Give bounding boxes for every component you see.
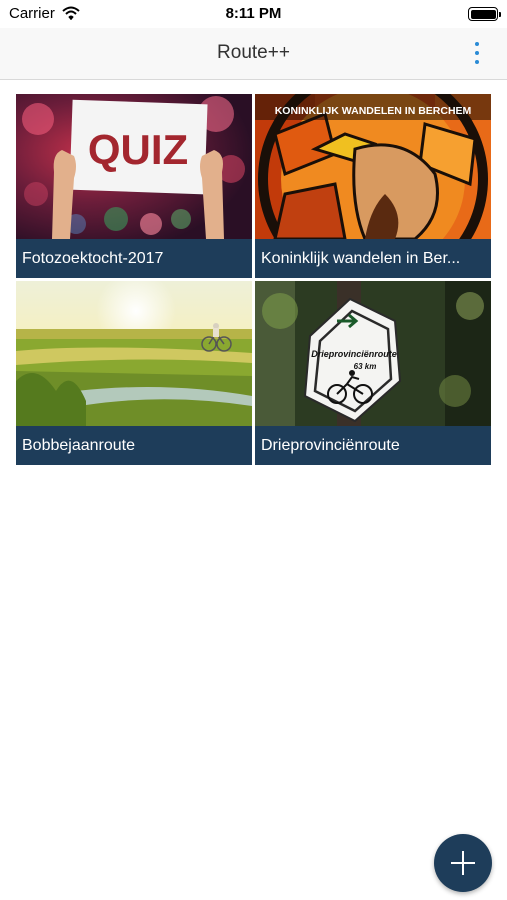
route-thumbnail-stained-glass: KONINKLIJK WANDELEN IN BERCHEM — [255, 94, 491, 239]
route-title: Fotozoektocht-2017 — [16, 239, 252, 278]
status-bar: Carrier 8:11 PM — [0, 0, 507, 28]
route-card-fotozoektocht[interactable]: QUIZ Fotozoektocht-2017 — [16, 94, 252, 278]
stained-glass-title: KONINKLIJK WANDELEN IN BERCHEM — [275, 105, 472, 117]
route-card-drieprovincienroute[interactable]: Drieprovinciënroute 63 km Drieprovinciën… — [255, 281, 491, 465]
route-title: Drieprovinciënroute — [255, 426, 491, 465]
page-title: Route++ — [217, 42, 290, 63]
more-options-button[interactable] — [473, 42, 481, 66]
navigation-bar: Route++ — [0, 28, 507, 80]
route-thumbnail-cycling-sign: Drieprovinciënroute 63 km — [255, 281, 491, 426]
route-thumbnail-quiz: QUIZ — [16, 94, 252, 239]
add-route-button[interactable] — [434, 834, 492, 892]
battery-icon — [468, 7, 501, 21]
sign-route-name: Drieprovinciënroute — [311, 349, 397, 359]
route-card-koninklijk[interactable]: KONINKLIJK WANDELEN IN BERCHEM Koninklij… — [255, 94, 491, 278]
clock: 8:11 PM — [225, 5, 282, 22]
sign-distance: 63 km — [354, 362, 377, 371]
quiz-sign-text: QUIZ — [88, 126, 188, 173]
route-title: Koninklijk wandelen in Ber... — [255, 239, 491, 278]
route-thumbnail-fields — [16, 281, 252, 426]
route-title: Bobbejaanroute — [16, 426, 252, 465]
route-card-bobbejaanroute[interactable]: Bobbejaanroute — [16, 281, 252, 465]
